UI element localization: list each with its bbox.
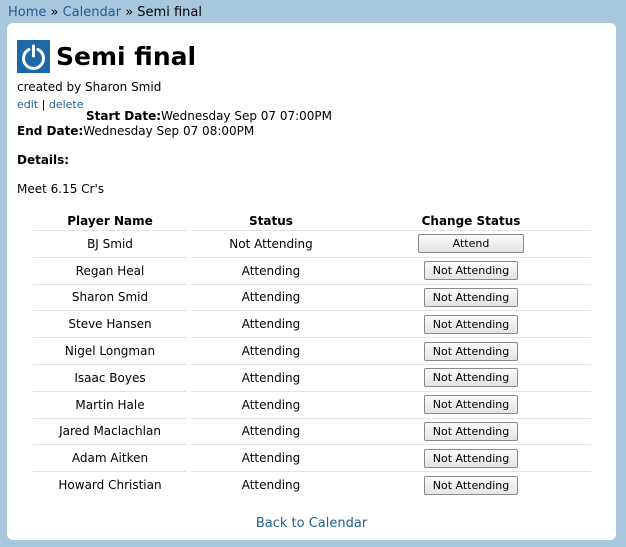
- page-title: Semi final: [56, 41, 197, 71]
- player-status: Attending: [191, 337, 351, 364]
- player-name: Jared Maclachlan: [33, 417, 187, 445]
- player-status: Attending: [191, 417, 351, 445]
- breadcrumb-calendar-link[interactable]: Calendar: [63, 5, 121, 20]
- table-row: Sharon Smid Attending Not Attending: [33, 283, 591, 311]
- edit-link[interactable]: edit: [17, 98, 38, 111]
- table-row: Adam Aitken Attending Not Attending: [33, 444, 591, 471]
- event-actions: edit | delete: [17, 98, 84, 111]
- power-icon: [17, 39, 50, 73]
- table-row: Steve Hansen Attending Not Attending: [33, 310, 591, 337]
- event-header: Semi final: [17, 36, 196, 76]
- column-header-status: Status: [249, 214, 293, 228]
- back-to-calendar: Back to Calendar: [7, 516, 616, 531]
- end-date: End Date:Wednesday Sep 07 08:00PM: [17, 124, 254, 138]
- start-date-label: Start Date:: [86, 109, 162, 123]
- back-to-calendar-link[interactable]: Back to Calendar: [256, 516, 367, 531]
- player-name: Adam Aitken: [33, 444, 187, 471]
- player-name: Martin Hale: [33, 390, 187, 418]
- player-name: Steve Hansen: [33, 310, 187, 337]
- table-row: Jared Maclachlan Attending Not Attending: [33, 417, 591, 445]
- breadcrumb: Home » Calendar » Semi final: [8, 5, 202, 20]
- details-label: Details:: [17, 153, 70, 167]
- player-status: Attending: [191, 444, 351, 471]
- column-header-change-status: Change Status: [421, 214, 521, 228]
- player-name: Sharon Smid: [33, 283, 187, 311]
- not-attending-button[interactable]: Not Attending: [424, 475, 518, 495]
- player-name: Nigel Longman: [33, 337, 187, 364]
- not-attending-button[interactable]: Not Attending: [424, 314, 518, 334]
- not-attending-button[interactable]: Not Attending: [424, 421, 518, 441]
- table-row: BJ Smid Not Attending Attend: [33, 230, 591, 257]
- not-attending-button[interactable]: Not Attending: [424, 448, 518, 468]
- attend-button[interactable]: Attend: [418, 234, 524, 254]
- end-date-label: End Date:: [17, 124, 84, 138]
- details-text: Meet 6.15 Cr's: [17, 182, 105, 196]
- breadcrumb-separator: »: [46, 5, 63, 20]
- breadcrumb-separator: »: [121, 5, 138, 20]
- breadcrumb-current: Semi final: [137, 5, 202, 20]
- not-attending-button[interactable]: Not Attending: [424, 395, 518, 415]
- players-table: Player Name Status Change Status BJ Smid…: [33, 212, 591, 498]
- not-attending-button[interactable]: Not Attending: [424, 368, 518, 388]
- player-name: Regan Heal: [33, 256, 187, 284]
- end-date-value: Wednesday Sep 07 08:00PM: [83, 124, 255, 138]
- not-attending-button[interactable]: Not Attending: [424, 341, 518, 361]
- player-status: Attending: [191, 471, 351, 498]
- created-by-text: created by Sharon Smid: [17, 80, 162, 94]
- event-panel: Semi final created by Sharon Smid edit |…: [7, 23, 616, 540]
- action-separator: |: [41, 98, 46, 111]
- table-row: Regan Heal Attending Not Attending: [33, 256, 591, 284]
- player-status: Attending: [191, 390, 351, 418]
- player-status: Attending: [191, 256, 351, 284]
- player-status: Attending: [191, 363, 351, 391]
- start-date: Start Date:Wednesday Sep 07 07:00PM: [86, 109, 332, 123]
- delete-link[interactable]: delete: [49, 98, 84, 111]
- player-name: Howard Christian: [33, 471, 187, 498]
- breadcrumb-home-link[interactable]: Home: [8, 5, 46, 20]
- table-row: Isaac Boyes Attending Not Attending: [33, 363, 591, 391]
- start-date-value: Wednesday Sep 07 07:00PM: [161, 109, 333, 123]
- player-status: Not Attending: [191, 230, 351, 257]
- player-status: Attending: [191, 283, 351, 311]
- table-row: Howard Christian Attending Not Attending: [33, 471, 591, 498]
- not-attending-button[interactable]: Not Attending: [424, 287, 518, 307]
- table-row: Nigel Longman Attending Not Attending: [33, 337, 591, 364]
- player-status: Attending: [191, 310, 351, 337]
- table-header-row: Player Name Status Change Status: [33, 212, 591, 230]
- table-row: Martin Hale Attending Not Attending: [33, 390, 591, 418]
- not-attending-button[interactable]: Not Attending: [424, 261, 518, 281]
- column-header-player-name: Player Name: [67, 214, 153, 228]
- player-name: Isaac Boyes: [33, 363, 187, 391]
- player-name: BJ Smid: [33, 230, 187, 257]
